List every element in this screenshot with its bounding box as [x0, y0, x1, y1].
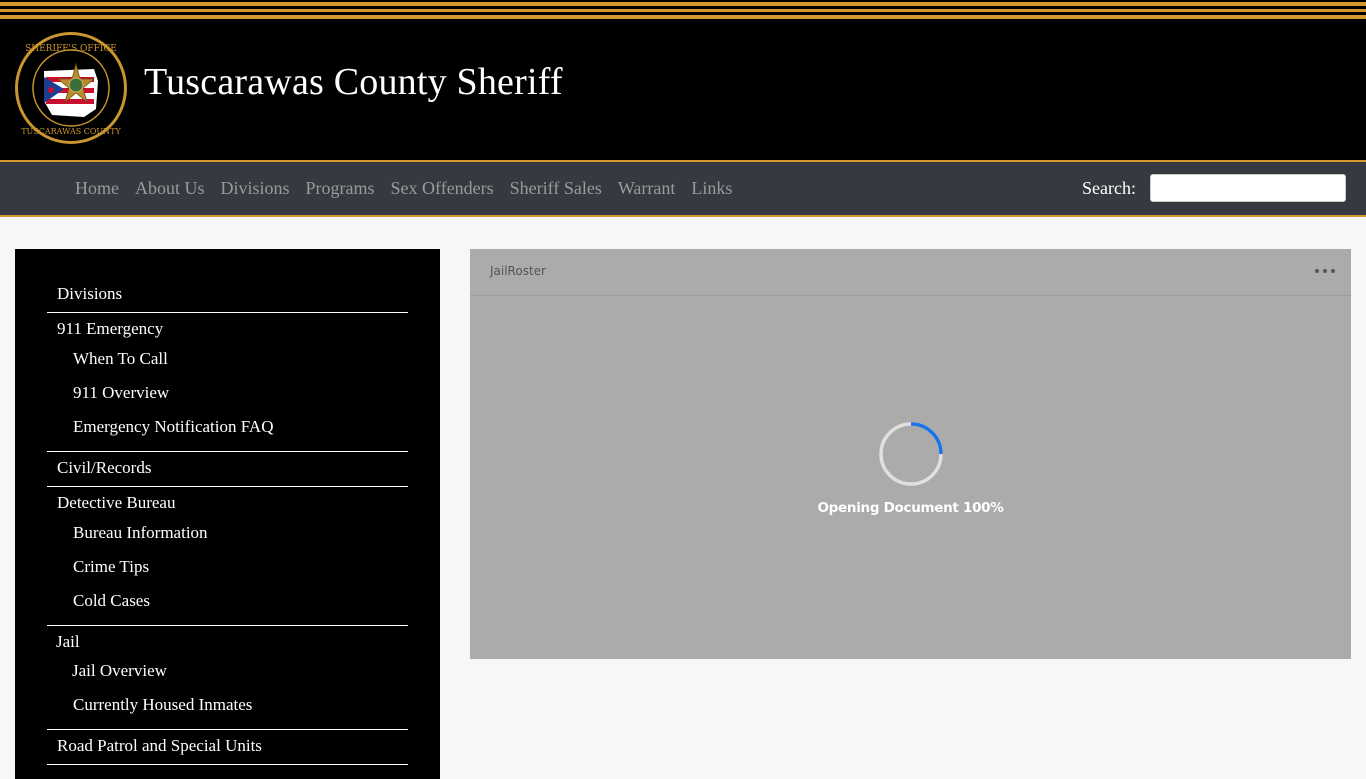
sidebar-item-crime-tips[interactable]: Crime Tips — [73, 557, 149, 577]
gold-stripe — [0, 9, 1366, 12]
sidebar-item-bureau-information[interactable]: Bureau Information — [73, 523, 208, 543]
search-label: Search: — [1082, 178, 1136, 198]
gold-stripe — [0, 15, 1366, 19]
svg-text:TUSCARAWAS COUNTY: TUSCARAWAS COUNTY — [21, 127, 121, 136]
nav-item-about-us[interactable]: About Us — [127, 178, 213, 199]
divisions-sidebar: Divisions 911 Emergency When To Call 911… — [15, 249, 440, 779]
sidebar-divider — [47, 312, 408, 313]
sidebar-divider — [47, 625, 408, 626]
sidebar-item-currently-housed-inmates[interactable]: Currently Housed Inmates — [73, 695, 252, 715]
sidebar-item-detective-bureau[interactable]: Detective Bureau — [57, 493, 175, 513]
sidebar-item-when-to-call[interactable]: When To Call — [73, 349, 168, 369]
nav-item-sex-offenders[interactable]: Sex Offenders — [383, 178, 502, 199]
sidebar-item-road-patrol[interactable]: Road Patrol and Special Units — [57, 736, 262, 756]
viewer-header: JailRoster — [470, 249, 1351, 296]
nav-item-links[interactable]: Links — [683, 178, 740, 199]
sidebar-item-911-overview[interactable]: 911 Overview — [73, 383, 169, 403]
sidebar-item-cold-cases[interactable]: Cold Cases — [73, 591, 150, 611]
svg-text:SHERIFF'S OFFICE: SHERIFF'S OFFICE — [25, 44, 117, 54]
nav-item-home[interactable]: Home — [67, 178, 127, 199]
sidebar-divider — [47, 764, 408, 765]
sidebar-item-civil-records[interactable]: Civil/Records — [57, 458, 151, 478]
document-viewer: JailRoster Opening Document 100% — [470, 249, 1351, 659]
sidebar-item-divisions[interactable]: Divisions — [57, 284, 122, 304]
ellipsis-icon[interactable] — [1315, 263, 1335, 279]
sidebar-item-emergency-notification-faq[interactable]: Emergency Notification FAQ — [73, 417, 274, 437]
loading-spinner-icon — [879, 422, 943, 486]
sidebar-divider — [47, 729, 408, 730]
gold-stripe — [0, 2, 1366, 6]
main-navbar: Home About Us Divisions Programs Sex Off… — [0, 160, 1366, 217]
site-header: SHERIFF'S OFFICE TUSCARAWAS COUNTY Tusca… — [0, 20, 1366, 160]
nav-menu: Home About Us Divisions Programs Sex Off… — [67, 162, 740, 215]
loading-status-text: Opening Document 100% — [817, 500, 1004, 516]
sidebar-divider — [47, 486, 408, 487]
search-input[interactable] — [1150, 174, 1346, 202]
sidebar-item-jail[interactable]: Jail — [56, 632, 80, 652]
nav-item-programs[interactable]: Programs — [298, 178, 383, 199]
sidebar-item-jail-overview[interactable]: Jail Overview — [72, 661, 167, 681]
nav-item-sheriff-sales[interactable]: Sheriff Sales — [502, 178, 610, 199]
sheriff-seal-logo[interactable]: SHERIFF'S OFFICE TUSCARAWAS COUNTY — [14, 31, 128, 145]
nav-item-warrant[interactable]: Warrant — [610, 178, 684, 199]
sidebar-divider — [47, 451, 408, 452]
top-decorative-stripes — [0, 0, 1366, 20]
sidebar-item-911-emergency[interactable]: 911 Emergency — [57, 319, 163, 339]
site-title: Tuscarawas County Sheriff — [144, 61, 563, 103]
document-name: JailRoster — [490, 264, 546, 278]
nav-item-divisions[interactable]: Divisions — [213, 178, 298, 199]
